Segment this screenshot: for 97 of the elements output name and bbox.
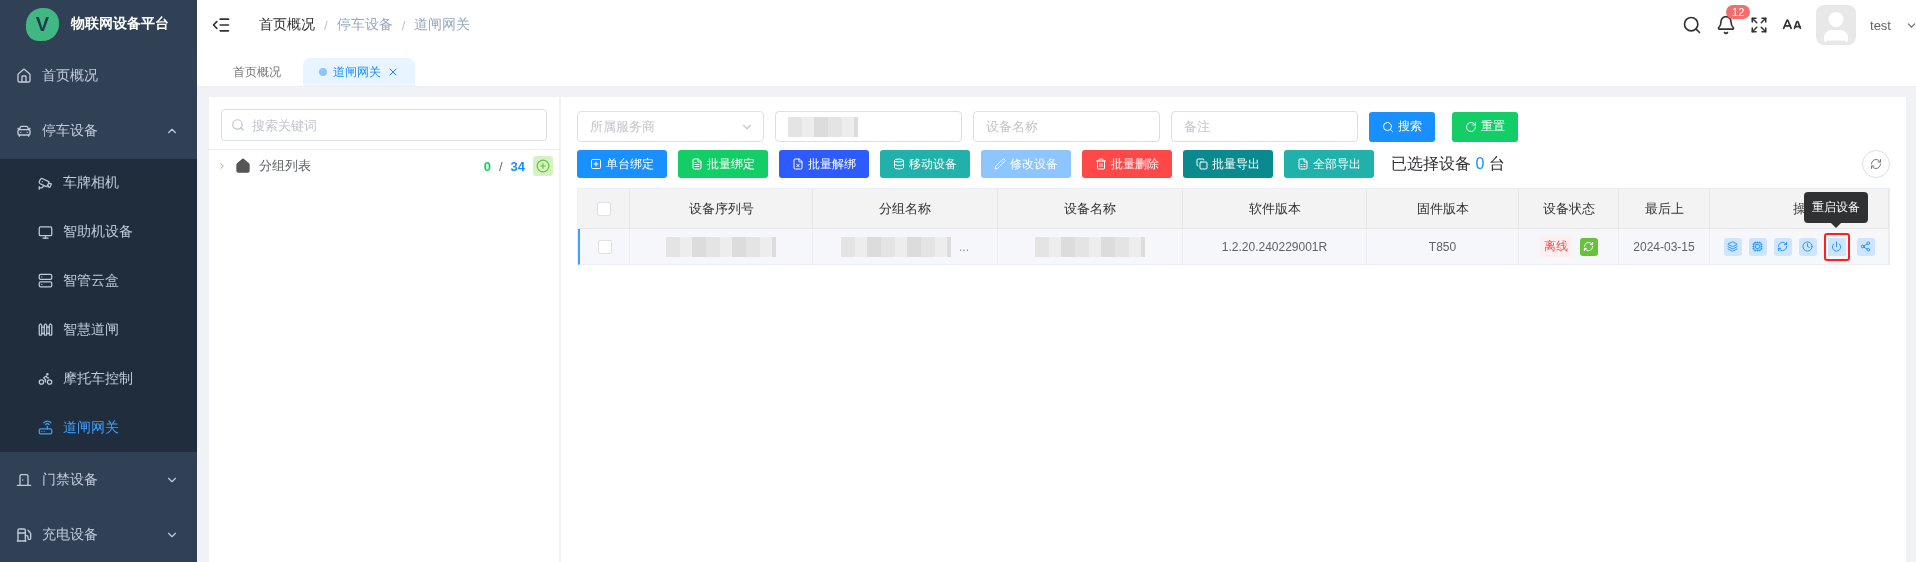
menu-icon — [38, 371, 53, 387]
user-name[interactable]: test — [1870, 17, 1891, 33]
add-square-icon — [590, 158, 602, 170]
table-cell: T850 — [1428, 239, 1457, 254]
menu-icon — [16, 123, 32, 140]
search-field[interactable]: 搜索关键词 — [221, 109, 547, 141]
power-button[interactable] — [1823, 232, 1850, 261]
tree-label: 分组列表 — [259, 157, 312, 175]
refresh-button[interactable] — [1773, 237, 1792, 256]
sidebar-item[interactable]: 摩托车控制 — [0, 354, 197, 404]
power-icon — [1831, 241, 1842, 252]
close-icon[interactable] — [387, 66, 399, 78]
share-icon — [1860, 241, 1871, 252]
sidebar-item[interactable]: 智慧道闸 — [0, 305, 197, 355]
database-icon — [893, 158, 905, 170]
sidebar-item[interactable]: 智管云盒 — [0, 256, 197, 306]
table-cell: 1.2.20.240229001R — [1221, 239, 1328, 254]
menu-icon — [38, 224, 53, 240]
menu-icon — [38, 420, 53, 436]
fullscreen-icon[interactable] — [1750, 16, 1769, 34]
column-header: 软件版本 — [1248, 199, 1301, 218]
tooltip: 重启设备 — [1804, 192, 1868, 223]
action-button[interactable]: 全部导出 — [1284, 150, 1374, 178]
input-field[interactable] — [775, 111, 962, 142]
chip-button[interactable] — [1748, 237, 1767, 256]
tree-node[interactable]: 分组列表 0 / 34 — [209, 149, 559, 182]
checkbox[interactable] — [597, 239, 612, 254]
clock-button[interactable] — [1798, 237, 1817, 256]
share-button[interactable] — [1856, 237, 1875, 256]
menu-icon — [38, 175, 53, 191]
refresh-icon — [1583, 241, 1594, 252]
total-count: 34 — [510, 158, 525, 174]
refresh-icon — [1870, 158, 1882, 170]
column-header: 分组名称 — [879, 199, 931, 218]
action-button[interactable]: 移动设备 — [880, 150, 970, 178]
tab[interactable]: 道闸网关 — [303, 58, 415, 86]
menu-icon — [38, 322, 53, 338]
dot-icon — [319, 68, 327, 76]
trash-icon — [1095, 158, 1107, 170]
checkbox[interactable] — [596, 201, 611, 216]
menu-icon — [38, 273, 53, 289]
clock-icon — [1802, 241, 1813, 252]
menu-toggle-icon[interactable] — [211, 15, 231, 35]
sidebar-item[interactable]: 车牌相机 — [0, 158, 197, 208]
breadcrumb-item: 道闸网关 — [414, 16, 471, 34]
menu-icon — [16, 471, 32, 488]
plus-icon — [536, 159, 550, 173]
logo: V — [26, 7, 59, 41]
column-header: 固件版本 — [1416, 199, 1469, 218]
selection-summary: 已选择设备 0 台 — [1391, 153, 1505, 174]
breadcrumb-item[interactable]: 首页概况 — [259, 16, 315, 34]
caret-icon[interactable] — [217, 161, 227, 171]
cell-text: ... — [959, 239, 969, 254]
table-cell: 2024-03-15 — [1633, 239, 1695, 254]
refresh-button[interactable] — [1862, 150, 1890, 178]
action-button[interactable]: 批量导出 — [1183, 150, 1273, 178]
action-button[interactable]: 单台绑定 — [577, 150, 667, 178]
menu-icon — [16, 68, 32, 85]
column-header: 设备状态 — [1542, 199, 1595, 218]
selected-count: 0 — [483, 158, 491, 174]
action-button[interactable]: 批量删除 — [1082, 150, 1172, 178]
search-icon — [231, 118, 245, 132]
document-icon — [691, 158, 703, 170]
copy-icon — [1196, 158, 1208, 170]
spreadsheet-icon — [1297, 158, 1309, 170]
status-tag: 离线 — [1539, 236, 1572, 257]
sidebar-item[interactable]: 道闸网关 — [0, 403, 197, 453]
column-header: 设备名称 — [1064, 199, 1116, 218]
search-icon — [1382, 120, 1394, 133]
tab[interactable]: 首页概况 — [217, 58, 297, 86]
search-button[interactable]: 搜索 — [1369, 111, 1435, 142]
refresh-icon — [1465, 120, 1477, 133]
bell-icon[interactable] — [1716, 15, 1737, 35]
menu-icon — [16, 526, 32, 543]
breadcrumb-separator: / — [401, 17, 406, 33]
notification-badge: 12 — [1726, 5, 1751, 19]
layers-icon — [1727, 241, 1738, 252]
column-header: 设备序列号 — [688, 199, 754, 218]
search-icon[interactable] — [1682, 15, 1703, 35]
refresh-icon — [1777, 241, 1788, 252]
breadcrumb-separator: / — [324, 17, 328, 33]
blurred-text — [788, 116, 858, 137]
add-button[interactable] — [533, 156, 553, 176]
sync-button[interactable] — [1579, 237, 1598, 256]
layers-button[interactable] — [1723, 237, 1742, 256]
input-field[interactable]: 备注 — [1171, 111, 1358, 142]
chip-icon — [1752, 241, 1763, 252]
column-header: 最后上 — [1644, 199, 1684, 218]
action-button[interactable]: 批量解绑 — [779, 150, 869, 178]
sidebar-item[interactable]: 智助机设备 — [0, 207, 197, 257]
document-x-icon — [792, 158, 804, 170]
breadcrumb-item: 停车设备 — [336, 16, 393, 34]
app-title: 物联网设备平台 — [71, 15, 169, 34]
input-field[interactable]: 设备名称 — [973, 111, 1160, 142]
count-separator: / — [498, 158, 503, 174]
pencil-icon — [994, 158, 1006, 170]
home-icon — [235, 158, 251, 174]
